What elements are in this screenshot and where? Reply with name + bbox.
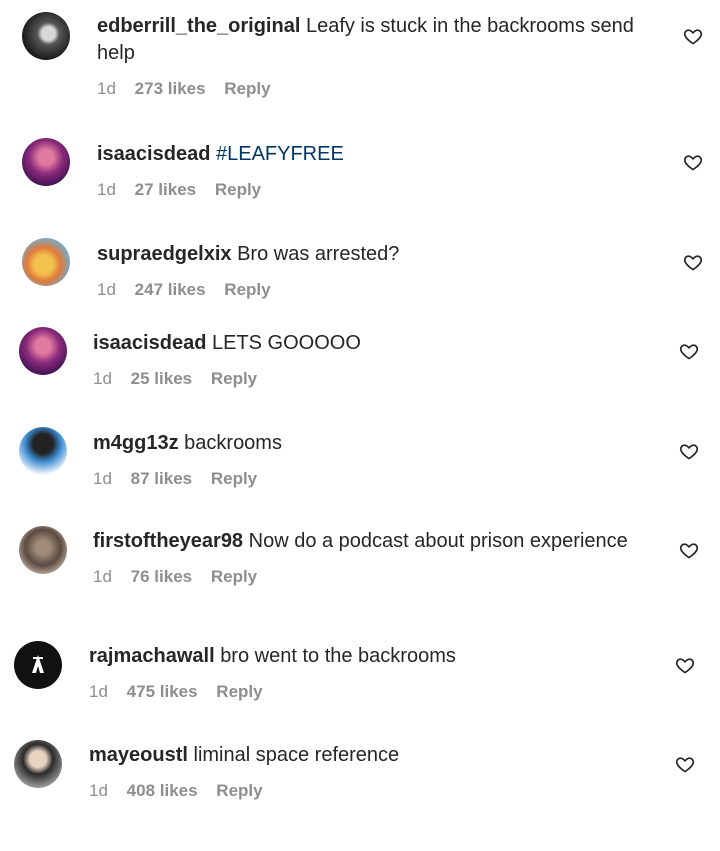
- comment-hashtag[interactable]: #LEAFYFREE: [216, 143, 344, 165]
- avatar[interactable]: [22, 138, 70, 186]
- heart-outline-icon[interactable]: [679, 540, 699, 560]
- avatar[interactable]: [14, 740, 62, 788]
- comment-text: liminal space reference: [193, 744, 400, 766]
- comment-likes[interactable]: 273 likes: [135, 79, 206, 98]
- comment-time: 1d: [89, 781, 108, 800]
- comment-time: 1d: [89, 682, 108, 701]
- comment-likes[interactable]: 25 likes: [131, 369, 192, 388]
- comment-username[interactable]: mayeoustl: [89, 744, 188, 766]
- comment-meta: 1d 273 likes Reply: [97, 79, 657, 99]
- comment-time: 1d: [97, 280, 116, 299]
- comment-time: 1d: [93, 567, 112, 586]
- avatar[interactable]: [22, 238, 70, 286]
- reply-button[interactable]: Reply: [216, 682, 262, 701]
- comment-meta: 1d 27 likes Reply: [97, 180, 344, 200]
- comment-username[interactable]: isaacisdead: [93, 332, 206, 354]
- comment-username[interactable]: supraedgelxix: [97, 243, 232, 265]
- comment-username[interactable]: rajmachawall: [89, 645, 215, 667]
- comment-likes[interactable]: 247 likes: [135, 280, 206, 299]
- comment-username[interactable]: m4gg13z: [93, 432, 179, 454]
- comment-likes[interactable]: 87 likes: [131, 469, 192, 488]
- avatar[interactable]: [22, 12, 70, 60]
- comment-text: Now do a podcast about prison experience: [248, 530, 628, 552]
- comment-time: 1d: [97, 180, 116, 199]
- heart-outline-icon[interactable]: [679, 441, 699, 461]
- reply-button[interactable]: Reply: [211, 469, 257, 488]
- comment-text: backrooms: [184, 432, 282, 454]
- comment-time: 1d: [97, 79, 116, 98]
- heart-outline-icon[interactable]: [675, 655, 695, 675]
- avatar[interactable]: [19, 327, 67, 375]
- comment-likes[interactable]: 27 likes: [135, 180, 196, 199]
- comment-likes[interactable]: 475 likes: [127, 682, 198, 701]
- comment-likes[interactable]: 408 likes: [127, 781, 198, 800]
- comment-time: 1d: [93, 369, 112, 388]
- comment-text: bro went to the backrooms: [220, 645, 456, 667]
- heart-outline-icon[interactable]: [683, 26, 703, 46]
- comment-username[interactable]: firstoftheyear98: [93, 530, 243, 552]
- comment-meta: 1d 247 likes Reply: [97, 280, 399, 300]
- reply-button[interactable]: Reply: [215, 180, 261, 199]
- comment-text: Bro was arrested?: [237, 243, 400, 265]
- heart-outline-icon[interactable]: [683, 252, 703, 272]
- comment-text: LETS GOOOOO: [211, 332, 361, 354]
- heart-outline-icon[interactable]: [679, 341, 699, 361]
- reply-button[interactable]: Reply: [211, 567, 257, 586]
- comment-username[interactable]: edberrill_the_original: [97, 15, 300, 37]
- comment-meta: 1d 475 likes Reply: [89, 682, 456, 702]
- reply-button[interactable]: Reply: [224, 79, 270, 98]
- comment-time: 1d: [93, 469, 112, 488]
- avatar[interactable]: [19, 427, 67, 475]
- reply-button[interactable]: Reply: [216, 781, 262, 800]
- logo-icon: [32, 655, 44, 673]
- comment-meta: 1d 25 likes Reply: [93, 369, 361, 389]
- comment-likes[interactable]: 76 likes: [131, 567, 192, 586]
- heart-outline-icon[interactable]: [683, 152, 703, 172]
- comment-meta: 1d 408 likes Reply: [89, 781, 399, 801]
- avatar[interactable]: [19, 526, 67, 574]
- avatar[interactable]: [14, 641, 62, 689]
- heart-outline-icon[interactable]: [675, 754, 695, 774]
- comment-meta: 1d 76 likes Reply: [93, 567, 628, 587]
- reply-button[interactable]: Reply: [224, 280, 270, 299]
- comment-username[interactable]: isaacisdead: [97, 143, 210, 165]
- comment-meta: 1d 87 likes Reply: [93, 469, 282, 489]
- reply-button[interactable]: Reply: [211, 369, 257, 388]
